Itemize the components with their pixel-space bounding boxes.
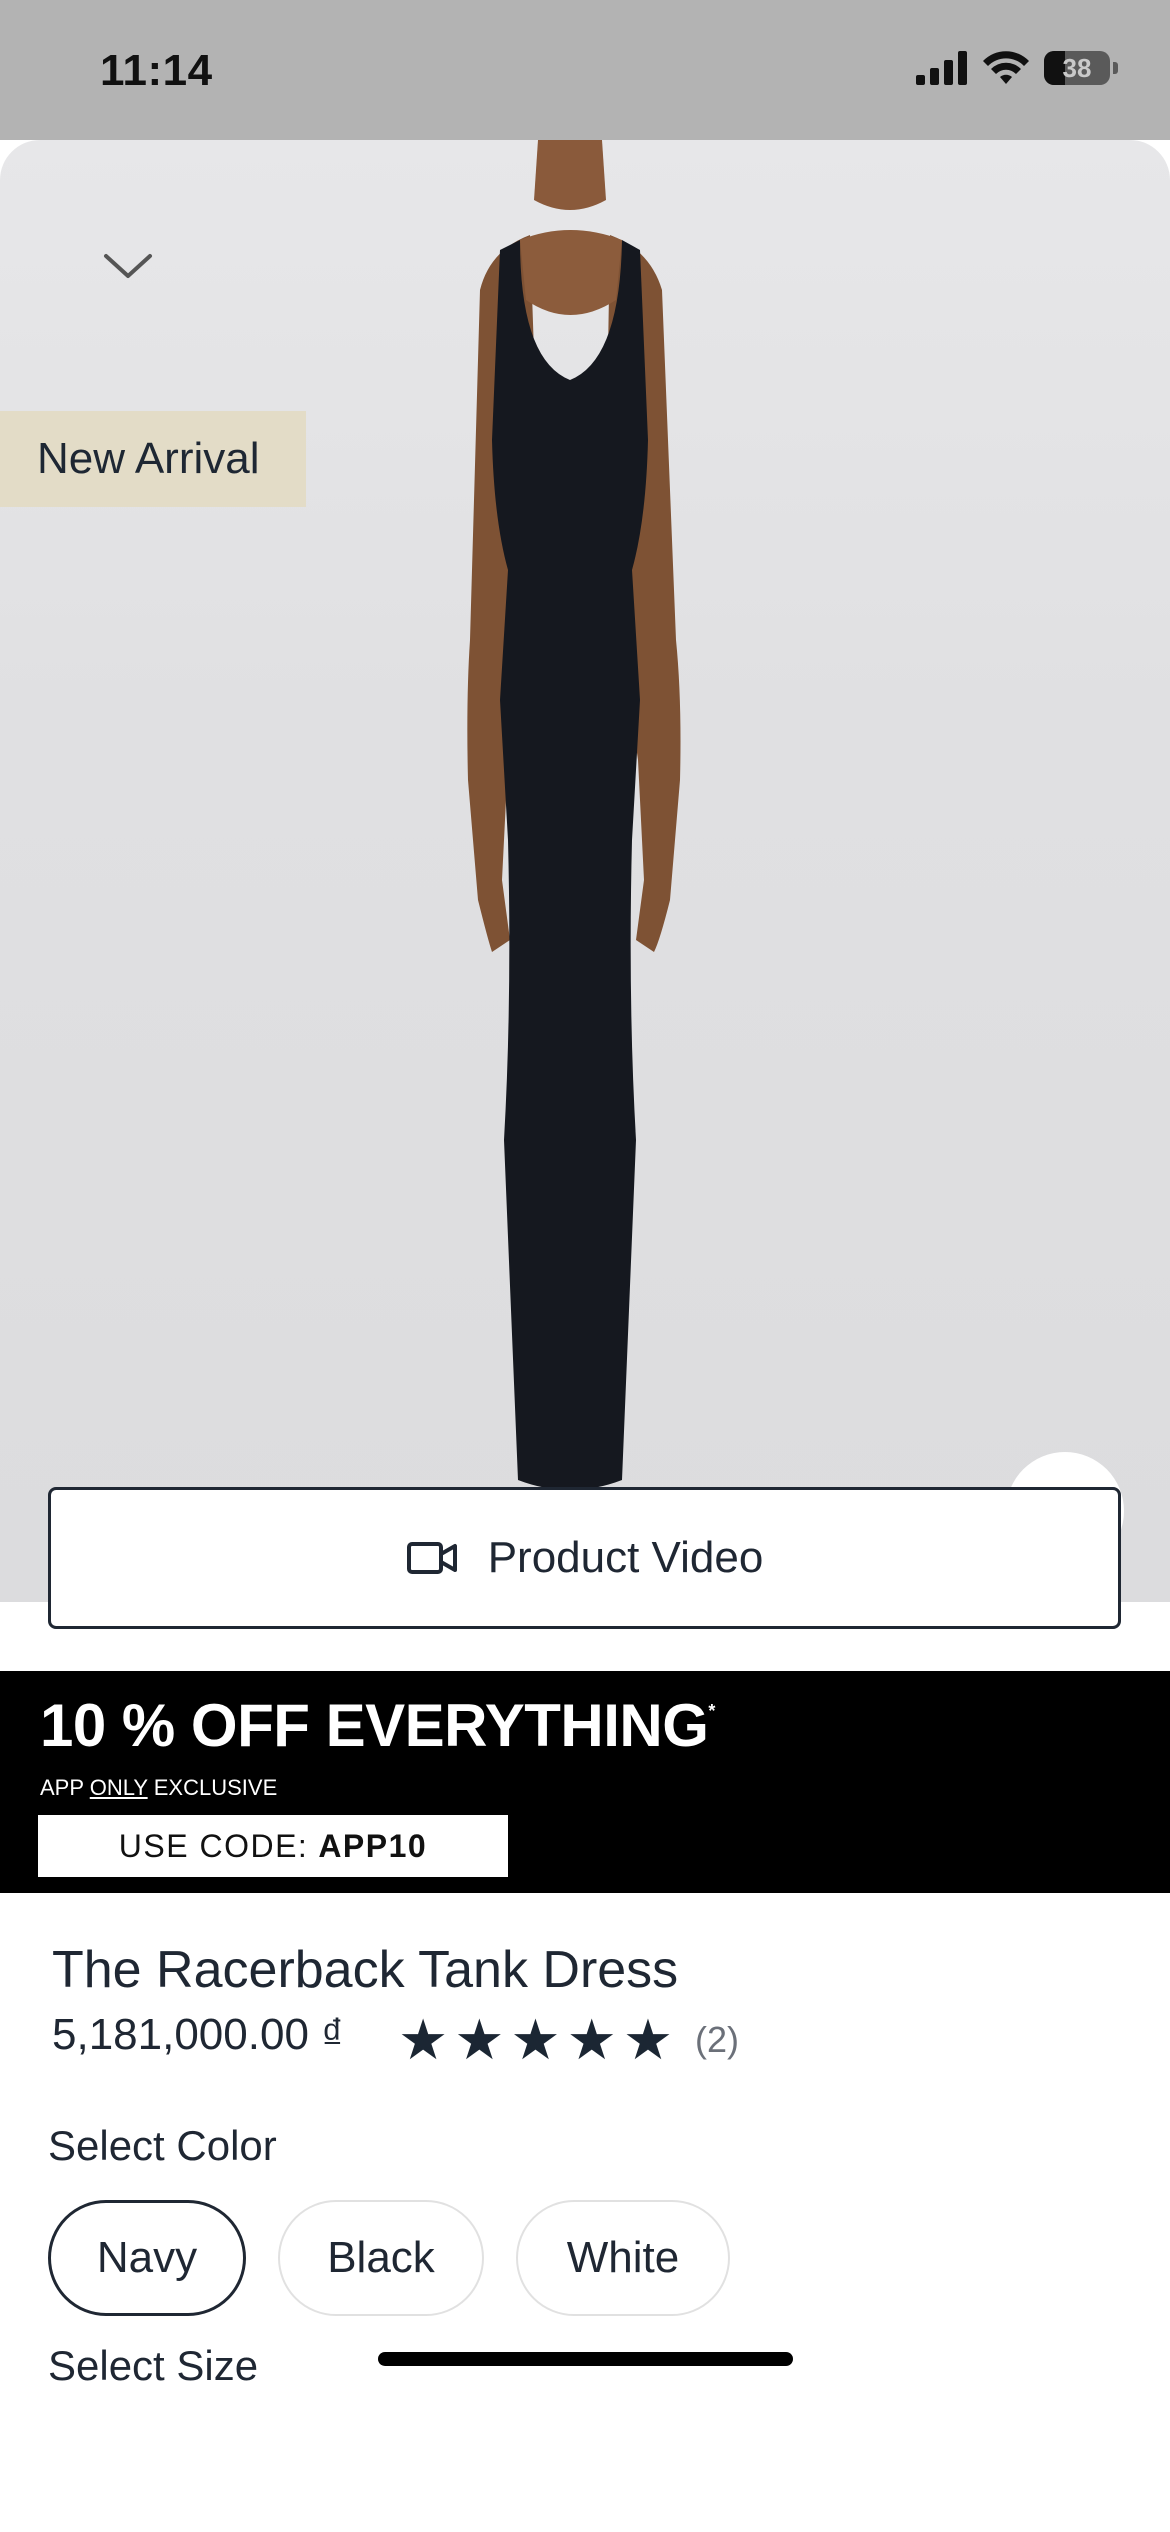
battery-icon: 38 (1044, 51, 1118, 85)
color-options: Navy Black White (48, 2200, 730, 2316)
chevron-down-icon (104, 254, 152, 278)
new-arrival-badge: New Arrival (0, 411, 306, 507)
wifi-icon (983, 51, 1029, 84)
promo-code: APP10 (318, 1827, 428, 1864)
cellular-signal-icon (916, 51, 967, 85)
promo-subtext: APP ONLY EXCLUSIVE (40, 1775, 278, 1800)
star-icon: ★ (454, 2008, 505, 2071)
product-sheet: New Arrival (0, 140, 1170, 2532)
promo-asterisk: * (708, 1701, 715, 1721)
product-rating[interactable]: ★ ★ ★ ★ ★ (2) (398, 2012, 739, 2068)
product-price: 5,181,000.00 ₫ (52, 2010, 344, 2059)
product-title: The Racerback Tank Dress (52, 1941, 679, 1999)
select-size-heading: Select Size (48, 2342, 259, 2389)
status-time: 11:14 (100, 46, 213, 95)
product-image-carousel[interactable]: New Arrival (0, 140, 1170, 1602)
star-icon: ★ (622, 2008, 674, 2071)
promo-code-box: USE CODE: APP10 (38, 1815, 508, 1877)
promo-banner[interactable]: 10 % OFF EVERYTHING* APP ONLY EXCLUSIVE … (0, 1671, 1170, 1893)
status-bar: 11:14 38 (0, 0, 1170, 140)
battery-level: 38 (1062, 52, 1092, 83)
color-option-black[interactable]: Black (278, 2200, 484, 2316)
product-video-label: Product Video (487, 1533, 764, 1582)
status-icons: 38 (916, 50, 1118, 86)
product-video-button[interactable]: Product Video (48, 1487, 1121, 1629)
color-option-white[interactable]: White (516, 2200, 730, 2316)
color-option-navy[interactable]: Navy (48, 2200, 246, 2316)
star-icon: ★ (510, 2008, 561, 2071)
promo-headline: 10 % OFF EVERYTHING* (40, 1692, 715, 1759)
promo-code-label: USE CODE: (118, 1827, 309, 1864)
video-camera-icon (406, 1542, 457, 1574)
star-icon: ★ (398, 2008, 449, 2071)
product-image (467, 140, 681, 1564)
home-indicator (378, 2352, 793, 2366)
star-icon: ★ (566, 2008, 617, 2071)
select-color-heading: Select Color (48, 2122, 277, 2169)
review-count[interactable]: (2) (695, 2019, 739, 2061)
close-sheet-button[interactable] (100, 240, 156, 296)
